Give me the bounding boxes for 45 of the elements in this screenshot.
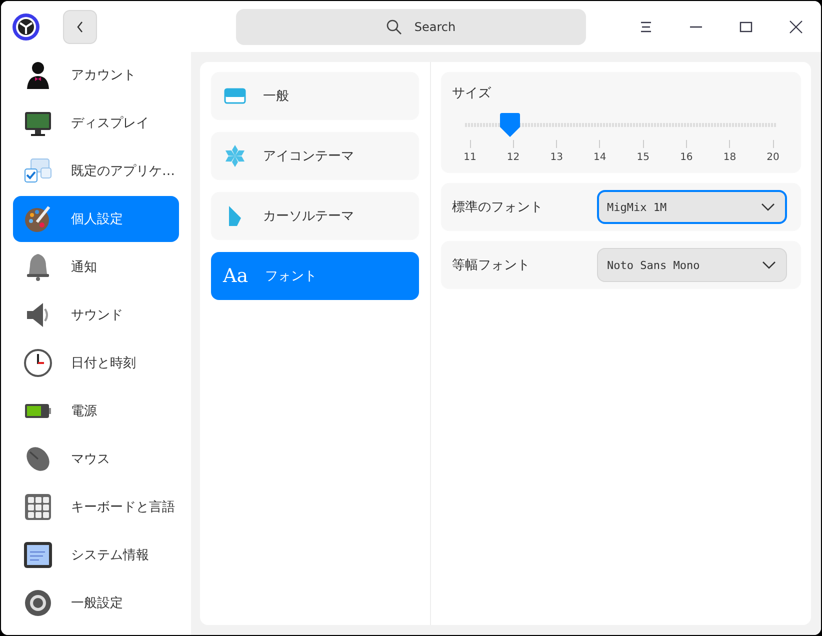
font-dropdown[interactable]: Noto Sans Mono [597,248,787,282]
tick-label: 11 [464,152,476,163]
category-item[interactable]: Aa フォント [211,252,419,300]
palette-icon [23,204,53,234]
tick-label: 14 [593,152,606,163]
menu-icon[interactable] [639,20,653,34]
sidebar-item[interactable]: 一般設定 [13,580,179,626]
close-icon[interactable] [789,20,803,34]
font-label: 等幅フォント [452,257,531,274]
sidebar-item[interactable]: 既定のアプリケ… [13,148,179,194]
sidebar-item[interactable]: 通知 [13,244,179,290]
chevron-down-icon [761,202,775,212]
tick-label: 13 [550,152,563,163]
sidebar-item[interactable]: ディスプレイ [13,100,179,146]
font-dropdown[interactable]: MigMix 1M [597,190,787,224]
size-label: サイズ [452,86,491,101]
chevron-down-icon [762,260,776,270]
search-field[interactable]: Search [236,9,586,45]
font-size-slider[interactable] [465,112,777,138]
sidebar-item[interactable]: 電源 [13,388,179,434]
sidebar-item[interactable]: 個人設定 [13,196,179,242]
sidebar-item[interactable]: マウス [13,436,179,482]
search-icon [386,19,402,35]
tick-label: 15 [636,152,650,163]
category-item[interactable]: 一般 [211,72,419,120]
snowflake-icon [223,144,247,168]
sidebar-item[interactable]: 日付と時刻 [13,340,179,386]
chevron-left-icon [75,20,85,34]
sidebar-item[interactable]: キーボードと言語 [13,484,179,530]
slider-thumb[interactable] [498,112,521,138]
category-item[interactable]: アイコンテーマ [211,132,419,180]
sidebar-item[interactable]: サウンド [13,292,179,338]
font-label: 標準のフォント [452,199,544,216]
sidebar-item[interactable]: システム情報 [13,532,179,578]
tick-label: 16 [680,152,693,163]
font-glyph-icon: Aa [223,265,249,287]
tick-label: 18 [723,152,736,163]
tick-label: 12 [506,152,520,163]
tick-label: 20 [766,152,780,163]
keyboard-icon [23,492,53,522]
clock-icon [23,348,53,378]
category-item[interactable]: カーソルテーマ [211,192,419,240]
sidebar-item[interactable]: アカウント [13,52,179,98]
maximize-icon[interactable] [739,20,753,34]
info-screen-icon [23,540,53,570]
